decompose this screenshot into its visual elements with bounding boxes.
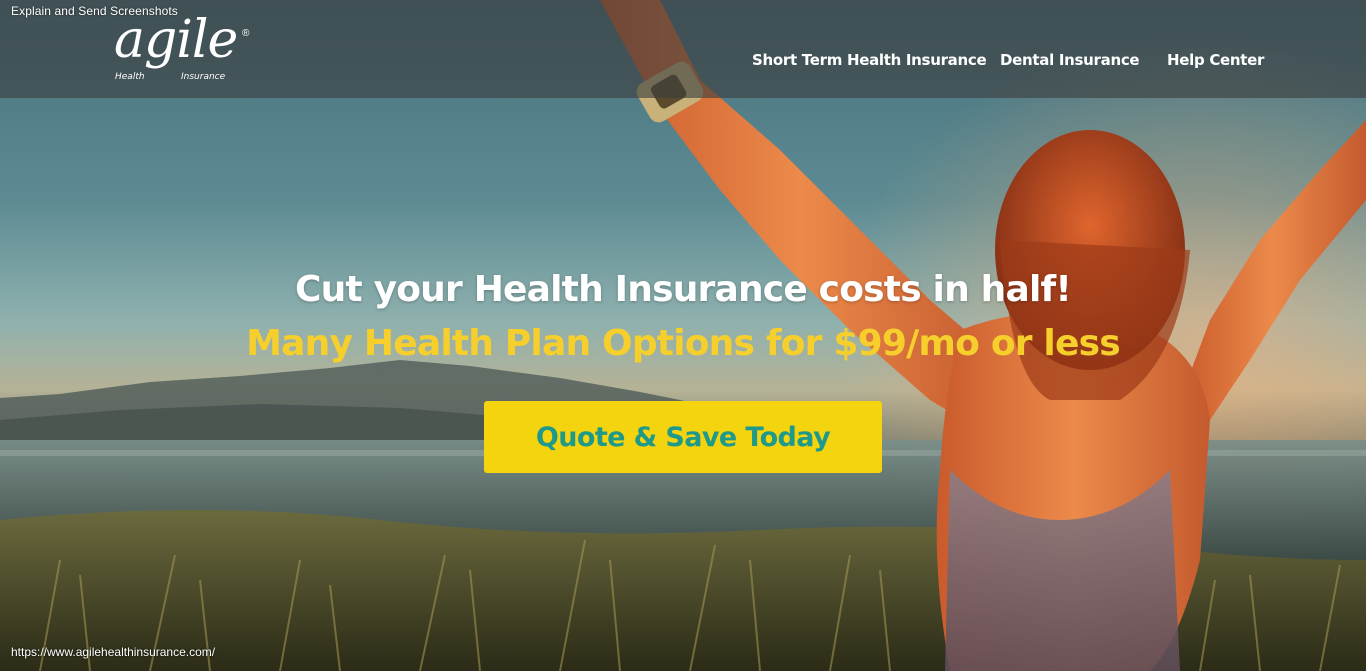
logo-tagline-insurance: Insurance	[181, 72, 226, 82]
nav-short-term-health-insurance[interactable]: Short Term Health Insurance	[752, 51, 987, 69]
quote-and-save-button[interactable]: Quote & Save Today	[484, 401, 882, 473]
status-url: https://www.agilehealthinsurance.com/	[11, 645, 216, 659]
nav-dental-insurance[interactable]: Dental Insurance	[1000, 51, 1140, 69]
logo-tagline-health: Health	[115, 72, 145, 82]
registered-mark: ®	[242, 28, 250, 39]
agile-logo[interactable]: agile ® Health Insurance	[112, 10, 262, 86]
logo-wordmark: agile	[114, 10, 238, 70]
hero-headline: Cut your Health Insurance costs in half!	[294, 269, 1072, 310]
nav-help-center[interactable]: Help Center	[1167, 51, 1264, 69]
hero-subheadline: Many Health Plan Options for $99/mo or l…	[246, 323, 1121, 364]
